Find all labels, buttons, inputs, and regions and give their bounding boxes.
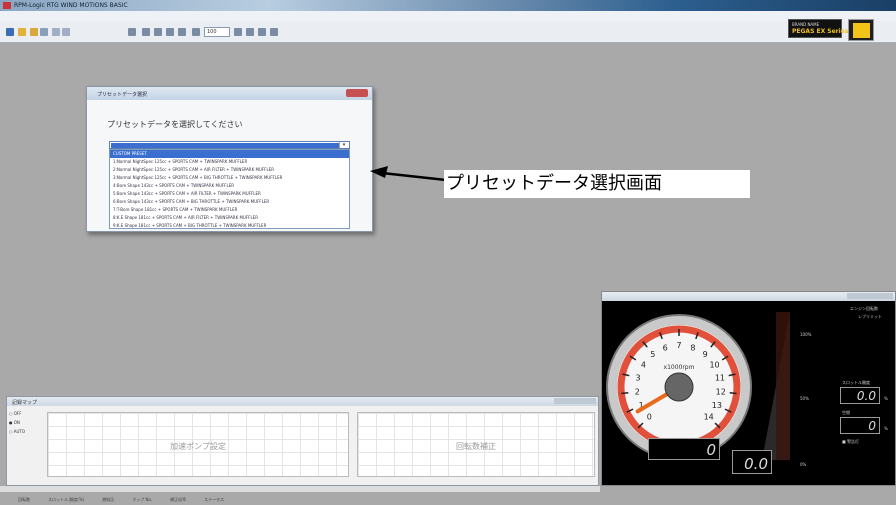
preset-list-item[interactable]: 6:Bore Shape 143cc + SPORTS CAM + BIG TH… [110,198,349,206]
preset-list-item[interactable]: 4:Bore Shape 143cc + SPORTS CAM + TWINSP… [110,182,349,190]
preset-list-item[interactable]: 5:Bore Shape 143cc + SPORTS CAM + AIR FI… [110,190,349,198]
status-field: 燃料比 [102,497,115,502]
print-icon[interactable] [40,28,48,36]
map-radio-option[interactable]: ○ OFF [9,411,45,420]
throttle-bar-graph [762,312,790,460]
gauge-tick-label: 5 [650,350,655,359]
gauge-tick-label: 12 [716,388,726,397]
gauge-tick-label: 13 [712,401,722,410]
gauge-tick [621,391,629,395]
accel-pump-label: 加速ポンプ設定 [170,442,226,451]
maker-logo [848,19,874,41]
gauge-tick [729,391,737,395]
preset-list-item[interactable]: CUSTOM PRESET [110,150,349,158]
hand-icon[interactable] [192,28,200,36]
gauge-tick-label: 3 [636,374,641,383]
zoom-in-icon[interactable] [142,28,150,36]
rev-limit-label: レブリミット [858,314,882,319]
map-radio-option[interactable]: ○ AUTO [9,429,45,438]
status-bar: 回転数 スロットル 開度(%) 燃料比 マップ No. 補正倍率 ステータス [0,486,600,502]
bar-label-bottom: 0% [800,462,807,467]
preset-list[interactable]: CUSTOM PRESET 1:Normal NightSpec 125cc + … [109,149,350,229]
preset-list-item[interactable]: 3:Normal NightSpec 125cc + SPORTS CAM + … [110,174,349,182]
menu-bar: ファイル(F)モード(M)表示(V)プロファイル(P)ウィンドウ(W)ヘルプ(H… [0,11,896,30]
gauge-tick-label: 14 [704,413,714,422]
digital-rpm-readout: 0 [648,438,720,460]
zoom-select[interactable]: 100 [204,27,230,37]
status-field: ステータス [204,497,225,502]
dialog-title: プリセットデータ選択 [97,92,148,98]
close-icon[interactable] [346,89,368,97]
bar-label-top: 100% [800,332,812,337]
minus-icon[interactable] [234,28,242,36]
rpm-correction-label: 回転数補正 [456,442,496,451]
preset-list-item[interactable]: 2:Normal NightSpec 125cc + SPORTS CAM + … [110,166,349,174]
preset-list-item[interactable]: 8:K.E Shape 181cc + SPORTS CAM + AIR FIL… [110,214,349,222]
bar-label-mid: 50% [800,396,809,401]
gauge-tick-label: 8 [690,343,695,352]
dialog-message: プリセットデータを選択してください [107,120,243,129]
preset-list-item[interactable]: 7:T-Bore Shape 181cc + SPORTS CAM + TWIN… [110,206,349,214]
gauge-tick-label: 4 [641,361,646,370]
zoom-out-icon[interactable] [154,28,162,36]
gauge-tick-label: 0 [647,413,652,422]
gauge-window: 0 1 2 3 4 5 6 7 8 9 10 11 12 13 14 x1000rpm 100% 50% 0%… [601,291,896,486]
warning-check[interactable]: ■ 警告灯 [842,439,859,445]
grid-icon[interactable] [166,28,174,36]
graph-icon[interactable] [246,28,254,36]
brand-small-text: BRAND NAME [792,22,820,27]
digital-small-readout: 0.0 [732,450,772,474]
window-controls[interactable] [554,398,596,404]
rev-label: エンジン回転数 [850,306,878,311]
callout-label: プリセットデータ選択画面 [444,170,750,198]
save-icon[interactable] [18,28,26,36]
preset-combobox[interactable]: ▾ [109,141,350,149]
window-titlebar: RPM-Logic RTG WIND MOTIONS BASIC [0,0,896,11]
throttle-readout: 0.0 [840,387,880,404]
pointer-icon[interactable] [128,28,136,36]
window-controls[interactable] [847,293,893,299]
preset-list-item[interactable]: 1:Normal NightSpec 125cc + SPORTS CAM + … [110,158,349,166]
toolbar: 100 [0,21,896,43]
gauge-tick-label: 7 [676,341,681,350]
lean-unit: % [884,426,888,431]
preset-dialog: プリセットデータ選択 プリセットデータを選択してください ▾ CUSTOM PR… [86,86,373,232]
lean-readout: 0 [840,417,880,434]
map-panel: 記録マップ ○ OFF ● ON ○ AUTO 加速ポンプ設定 回転数補正 [6,396,599,486]
fit-icon[interactable] [178,28,186,36]
redo-icon[interactable] [62,28,70,36]
status-field: 回転数 [18,497,30,502]
gauge-unit-label: x1000rpm [664,364,695,371]
gauge-tick-label: 11 [715,374,725,383]
status-field: 補正倍率 [170,497,187,502]
map-panel-title: 記録マップ [12,400,38,406]
throttle-bar-red-zone [776,312,790,460]
status-field: スロットル 開度(%) [48,497,85,502]
map-radio-option[interactable]: ● ON [9,420,45,429]
preset-list-item[interactable]: 9:K.E Shape 181cc + SPORTS CAM + BIG THR… [110,222,349,228]
map-radio-group: ○ OFF ● ON ○ AUTO [9,411,45,481]
gauge-tick-label: 9 [703,350,708,359]
gauge-tick-label: 10 [709,361,719,370]
window-title: RPM-Logic RTG WIND MOTIONS BASIC [14,2,128,9]
chevron-down-icon[interactable]: ▾ [339,142,348,148]
gauge-hub [664,372,694,402]
throttle-unit: % [884,396,888,401]
brand-logo: BRAND NAME PEGAS EX Series [788,19,848,38]
folder-icon[interactable] [30,28,38,36]
table-icon[interactable] [258,28,266,36]
gauge-tick-label: 2 [635,388,640,397]
brand-big-text: PEGAS EX Series [792,28,849,35]
accel-pump-plot[interactable]: 加速ポンプ設定 [47,412,349,477]
undo-icon[interactable] [52,28,60,36]
lean-title: 空燃 [842,410,850,415]
app-icon [3,2,11,9]
rpm-correction-plot[interactable]: 回転数補正 [357,412,595,477]
dialog-titlebar: プリセットデータ選択 [87,87,372,100]
throttle-title: スロットル開度 [842,380,870,385]
open-icon[interactable] [6,28,14,36]
status-field: マップ No. [132,497,153,502]
chart-icon[interactable] [270,28,278,36]
gauge-tick-label: 6 [663,343,668,352]
